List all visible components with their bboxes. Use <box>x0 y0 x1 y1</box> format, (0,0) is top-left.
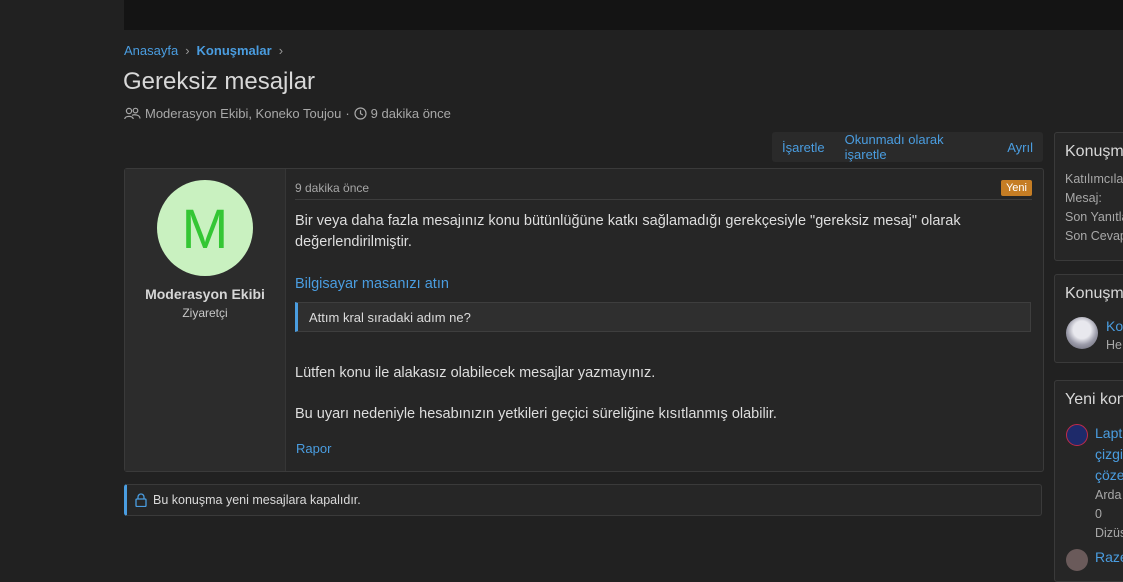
participant-avatar[interactable] <box>1066 317 1098 349</box>
closed-notice: Bu konuşma yeni mesajlara kapalıdır. <box>124 484 1042 516</box>
message: M Moderasyon Ekibi Ziyaretçi 9 dakika ön… <box>124 168 1044 472</box>
thread-link[interactable]: Bilgisayar masanızı atın <box>295 276 449 292</box>
message-user-cell: M Moderasyon Ekibi Ziyaretçi <box>125 169 286 471</box>
participant-title: He <box>1106 338 1122 352</box>
breadcrumb: Anasayfa › Konuşmalar › <box>124 43 283 58</box>
thread-info-line: 0 <box>1095 507 1102 521</box>
quote-text: Attım kral sıradaki adım ne? <box>309 309 471 325</box>
report-link[interactable]: Rapor <box>296 441 331 456</box>
leave-button[interactable]: Ayrıl <box>997 140 1043 155</box>
sidebar-new-threads: Yeni kon Lapt çizgi çöze Arda 0 Dizüs Ra… <box>1054 380 1123 582</box>
page-title: Gereksiz mesajlar <box>123 68 316 95</box>
conversation-actions: İşaretle Okunmadı olarak işaretle Ayrıl <box>772 132 1043 162</box>
thread-title-line[interactable]: çöze <box>1095 465 1123 486</box>
sidebar-block-title: Yeni kon <box>1065 391 1123 408</box>
thread-author-avatar[interactable] <box>1066 424 1088 446</box>
users-icon <box>124 107 141 120</box>
thread-title-line[interactable]: çizgi <box>1095 444 1123 465</box>
message-time[interactable]: 9 dakika önce <box>295 181 369 195</box>
message-paragraph: Bu uyarı nedeniyle hesabınızın yetkileri… <box>295 406 777 422</box>
new-badge: Yeni <box>1000 180 1032 196</box>
user-title: Ziyaretçi <box>182 306 228 320</box>
thread-title-line[interactable]: Lapt <box>1095 423 1123 444</box>
message-paragraph: Bir veya daha fazla mesajınız konu bütün… <box>295 213 961 250</box>
sidebar-block-title: Konuşma <box>1065 285 1123 302</box>
mark-button[interactable]: İşaretle <box>772 140 835 155</box>
breadcrumb-home[interactable]: Anasayfa <box>124 43 178 58</box>
chevron-right-icon: › <box>278 43 284 58</box>
sidebar-info-line: Son Cevap <box>1065 229 1123 243</box>
conversation-meta: Moderasyon Ekibi, Koneko Toujou · 9 daki… <box>124 106 451 121</box>
message-header: 9 dakika önce Yeni <box>295 180 1032 200</box>
thread-info-line: Arda <box>1095 488 1122 502</box>
sidebar-info-line: Katılımcıla <box>1065 172 1123 186</box>
sidebar-block-title: Konuşma <box>1065 143 1123 160</box>
meta-separator: · <box>345 106 350 121</box>
mark-unread-button[interactable]: Okunmadı olarak işaretle <box>835 132 998 162</box>
thread-item[interactable]: Lapt çizgi çöze Arda 0 Dizüs <box>1095 423 1123 543</box>
top-navigation-bar <box>124 0 1123 30</box>
participants-text[interactable]: Moderasyon Ekibi, Koneko Toujou <box>145 106 341 121</box>
avatar[interactable]: M <box>157 180 253 276</box>
username[interactable]: Moderasyon Ekibi <box>125 286 285 302</box>
thread-info-line: Dizüs <box>1095 526 1123 540</box>
participant-name[interactable]: Ko <box>1106 318 1123 334</box>
message-paragraph: Lütfen konu ile alakasız olabilecek mesa… <box>295 365 656 381</box>
sidebar-info-line: Son Yanıtla <box>1065 210 1123 224</box>
chevron-right-icon: › <box>185 43 190 58</box>
conversation-time: 9 dakika önce <box>370 106 451 121</box>
thread-author-avatar[interactable] <box>1066 549 1088 571</box>
sidebar-participants: Konuşma Ko He <box>1054 274 1123 363</box>
closed-notice-text: Bu konuşma yeni mesajlara kapalıdır. <box>153 493 361 507</box>
quote-block: Attım kral sıradaki adım ne? <box>295 302 1031 332</box>
lock-icon <box>135 493 147 507</box>
clock-icon <box>354 107 367 120</box>
breadcrumb-conversations[interactable]: Konuşmalar <box>197 43 272 58</box>
sidebar-conversation-info: Konuşma Katılımcıla Mesaj: Son Yanıtla S… <box>1054 132 1123 261</box>
sidebar-info-line: Mesaj: <box>1065 191 1102 205</box>
